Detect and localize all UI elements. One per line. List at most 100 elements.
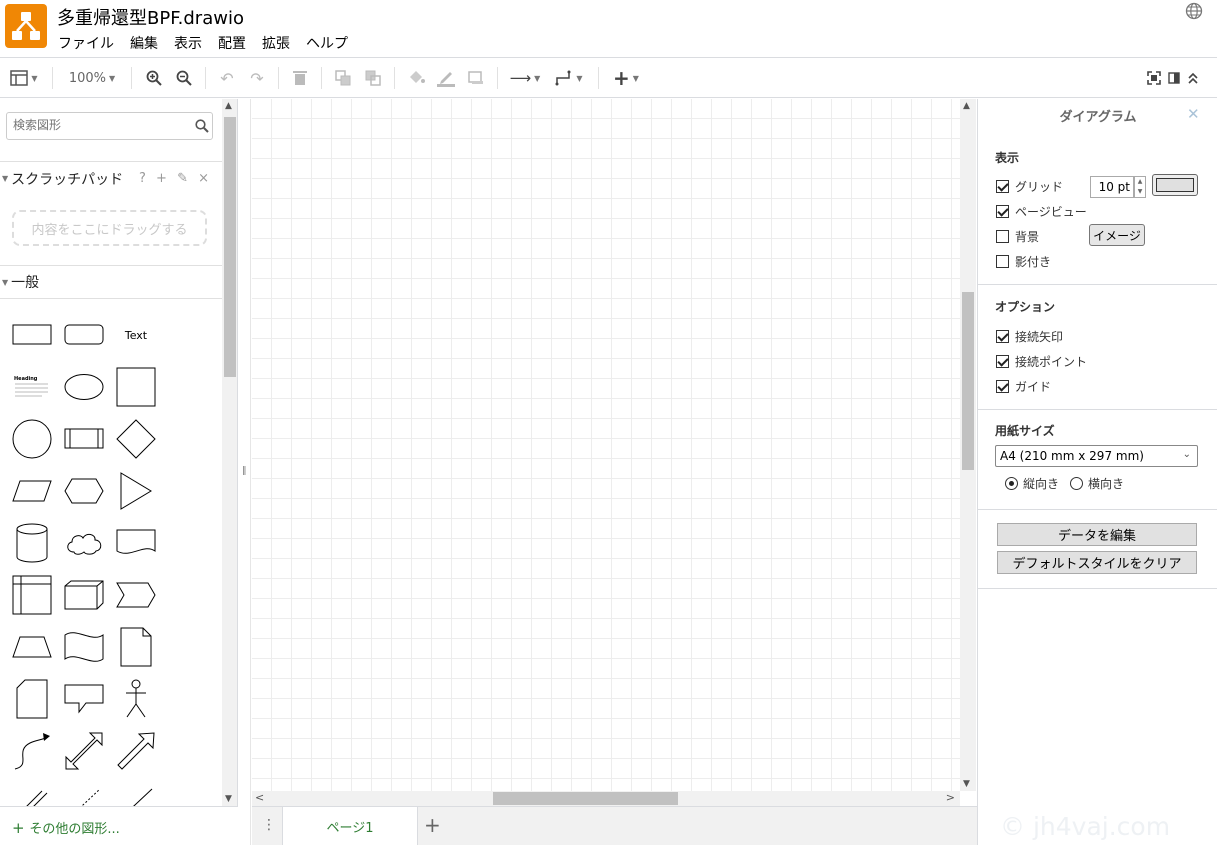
delete-button[interactable] <box>290 67 310 89</box>
undo-button[interactable]: ↶ <box>217 67 237 89</box>
scratchpad-tools[interactable]: ? + ✎ × <box>139 171 212 186</box>
canvas-vertical-scrollbar[interactable]: ▲ ▼ <box>960 99 976 791</box>
diamond-shape[interactable] <box>110 413 162 465</box>
fill-color-button[interactable] <box>406 67 426 89</box>
hexagon-shape[interactable] <box>58 465 110 517</box>
menu-edit[interactable]: 編集 <box>130 33 158 53</box>
splitter-handle-icon[interactable]: ‖ <box>242 466 247 476</box>
insert-button[interactable]: + ▼ <box>609 66 643 90</box>
parallelogram-shape[interactable] <box>6 465 58 517</box>
document-title[interactable]: 多重帰還型BPF.drawio <box>57 4 244 30</box>
add-page-icon[interactable]: + <box>424 813 441 837</box>
clear-default-style-button[interactable]: デフォルトスタイルをクリア <box>997 551 1197 574</box>
canvas-horizontal-scroll-thumb[interactable] <box>493 792 678 805</box>
cloud-shape[interactable] <box>58 517 110 569</box>
dashed-line-shape[interactable] <box>58 777 110 806</box>
fullscreen-button[interactable] <box>1145 67 1163 89</box>
portrait-radio[interactable] <box>1005 477 1018 490</box>
menu-file[interactable]: ファイル <box>58 33 114 53</box>
grid-color-button[interactable] <box>1152 174 1198 196</box>
portrait-radio-row[interactable]: 縦向き <box>1005 475 1059 492</box>
redo-button[interactable]: ↷ <box>247 67 267 89</box>
line-shape[interactable] <box>110 777 162 806</box>
actor-shape[interactable] <box>110 673 162 725</box>
view-panels-button[interactable]: ▼ <box>7 67 41 89</box>
general-header[interactable]: ▼ 一般 <box>0 265 222 299</box>
line-color-button[interactable] <box>436 67 456 89</box>
menu-arrange[interactable]: 配置 <box>218 33 246 53</box>
curve-arrow-shape[interactable] <box>6 725 58 777</box>
shadow-checkbox[interactable] <box>996 255 1009 268</box>
cylinder-shape[interactable] <box>6 517 58 569</box>
ellipse-shape[interactable] <box>58 361 110 413</box>
background-image-button[interactable]: イメージ <box>1089 224 1145 246</box>
note-shape[interactable] <box>110 621 162 673</box>
more-shapes-button[interactable]: + その他の図形... <box>0 806 251 845</box>
scroll-right-icon[interactable]: > <box>946 791 955 804</box>
shadow-button[interactable] <box>466 67 486 89</box>
grid-checkbox[interactable] <box>996 180 1009 193</box>
shadow-checkbox-row[interactable]: 影付き <box>996 253 1051 270</box>
canvas-horizontal-scrollbar[interactable]: < > <box>252 791 960 806</box>
background-checkbox-row[interactable]: 背景 <box>996 228 1039 245</box>
grid-checkbox-row[interactable]: グリッド <box>996 178 1063 195</box>
scroll-left-icon[interactable]: < <box>255 791 264 804</box>
close-icon[interactable]: ✕ <box>1187 105 1200 123</box>
background-checkbox[interactable] <box>996 230 1009 243</box>
triangle-shape[interactable] <box>110 465 162 517</box>
circle-shape[interactable] <box>6 413 58 465</box>
square-shape[interactable] <box>110 361 162 413</box>
grid-size-spinner[interactable]: ▲ ▼ <box>1134 176 1146 198</box>
rounded-rectangle-shape[interactable] <box>58 309 110 361</box>
landscape-radio[interactable] <box>1070 477 1083 490</box>
guides-row[interactable]: ガイド <box>996 378 1051 395</box>
edit-data-button[interactable]: データを編集 <box>997 523 1197 546</box>
language-globe-icon[interactable] <box>1185 2 1203 20</box>
text-shape[interactable]: Text <box>110 309 162 361</box>
collapse-toolbar-button[interactable] <box>1185 67 1201 89</box>
diagram-canvas[interactable] <box>252 99 960 791</box>
search-icon[interactable] <box>195 119 209 133</box>
sidebar-scroll-thumb[interactable] <box>224 117 236 377</box>
document-shape[interactable] <box>110 517 162 569</box>
scroll-up-icon[interactable]: ▲ <box>963 101 970 111</box>
double-line-shape[interactable] <box>6 777 58 806</box>
canvas-vertical-scroll-thumb[interactable] <box>962 292 974 470</box>
landscape-radio-row[interactable]: 横向き <box>1070 475 1124 492</box>
connection-points-row[interactable]: 接続ポイント <box>996 353 1087 370</box>
page-menu-icon[interactable]: ⋮ <box>262 817 276 833</box>
internal-storage-shape[interactable] <box>6 569 58 621</box>
card-shape[interactable] <box>6 673 58 725</box>
step-shape[interactable] <box>110 569 162 621</box>
bidirectional-arrow-shape[interactable] <box>58 725 110 777</box>
scratchpad-header[interactable]: ▼ スクラッチパッド ? + ✎ × <box>0 161 222 195</box>
grid-size-input[interactable]: 10 pt <box>1090 176 1134 198</box>
menu-help[interactable]: ヘルプ <box>306 33 348 53</box>
scroll-down-icon[interactable]: ▼ <box>225 794 232 804</box>
scroll-down-icon[interactable]: ▼ <box>963 779 970 789</box>
sidebar-splitter[interactable]: ‖ <box>238 99 251 845</box>
page-view-checkbox-row[interactable]: ページビュー <box>996 203 1087 220</box>
page-view-checkbox[interactable] <box>996 205 1009 218</box>
callout-shape[interactable] <box>58 673 110 725</box>
to-front-button[interactable] <box>333 67 353 89</box>
connection-arrows-checkbox[interactable] <box>996 330 1009 343</box>
to-back-button[interactable] <box>363 67 383 89</box>
scroll-up-icon[interactable]: ▲ <box>225 101 232 111</box>
connection-arrows-row[interactable]: 接続矢印 <box>996 328 1063 345</box>
scratchpad-drop-zone[interactable]: 内容をここにドラッグする <box>12 210 207 246</box>
tape-shape[interactable] <box>58 621 110 673</box>
waypoints-button[interactable]: ▼ <box>552 67 586 89</box>
connection-points-checkbox[interactable] <box>996 355 1009 368</box>
process-shape[interactable] <box>58 413 110 465</box>
menu-view[interactable]: 表示 <box>174 33 202 53</box>
heading-textbox-shape[interactable]: Heading <box>6 361 58 413</box>
page-tab-active[interactable]: ページ1 <box>282 807 418 845</box>
drawio-logo-icon[interactable] <box>5 4 47 48</box>
single-arrow-shape[interactable] <box>110 725 162 777</box>
cube-shape[interactable] <box>58 569 110 621</box>
rectangle-shape[interactable] <box>6 309 58 361</box>
paper-size-select[interactable]: A4 (210 mm x 297 mm) ⌄ <box>995 445 1198 467</box>
zoom-out-button[interactable] <box>174 67 194 89</box>
search-input[interactable] <box>13 118 183 132</box>
